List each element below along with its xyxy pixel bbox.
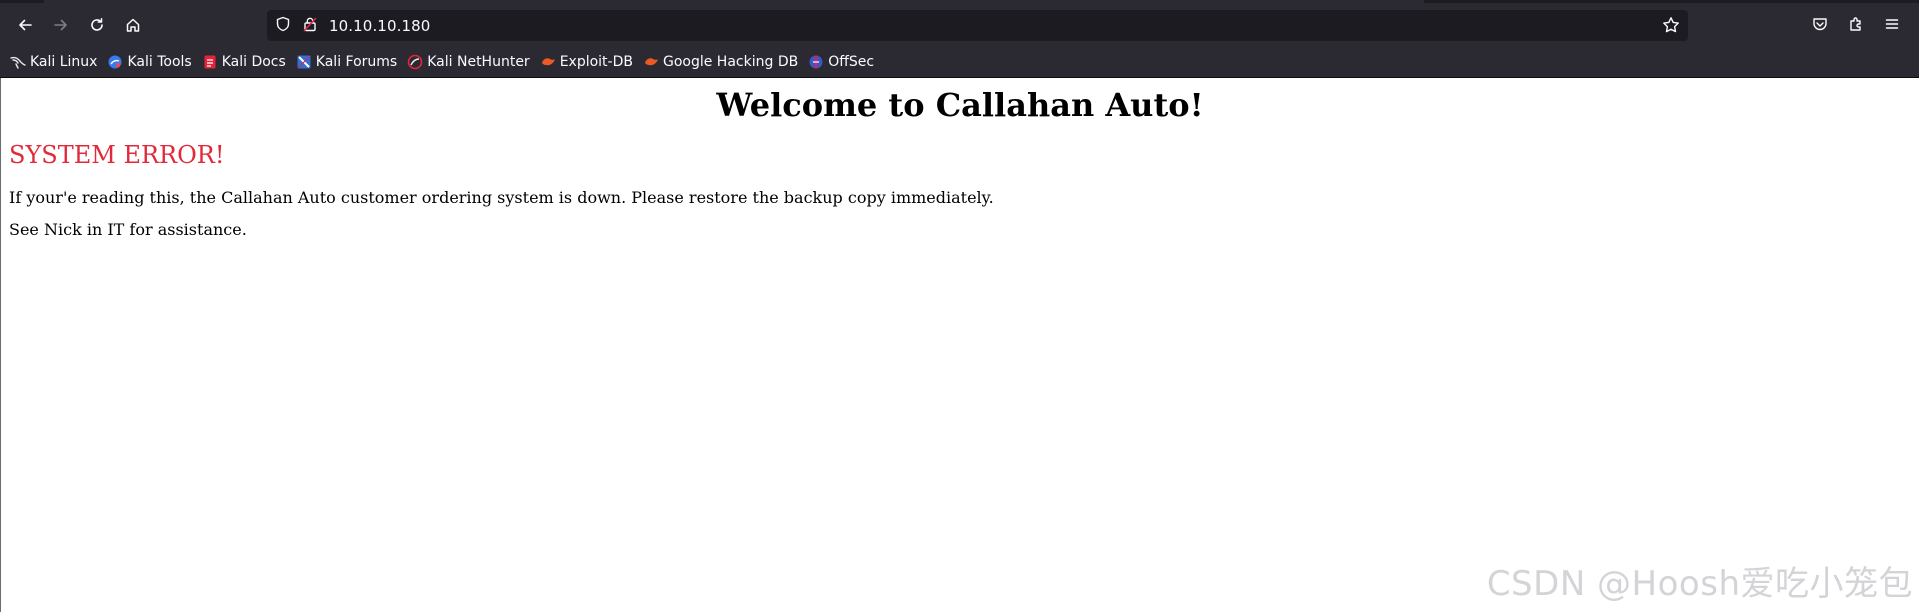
pocket-button[interactable] bbox=[1805, 11, 1835, 41]
system-error-heading: SYSTEM ERROR! bbox=[9, 141, 225, 169]
page-title: Welcome to Callahan Auto! bbox=[716, 86, 1204, 124]
menu-icon bbox=[1884, 16, 1900, 36]
arrow-left-icon bbox=[17, 17, 33, 33]
bookmark-label: Kali Tools bbox=[127, 54, 192, 70]
app-menu-button[interactable] bbox=[1877, 11, 1907, 41]
tracking-protection-shield-icon[interactable] bbox=[275, 16, 291, 36]
back-button[interactable] bbox=[10, 10, 40, 40]
pocket-icon bbox=[1812, 16, 1828, 36]
ghdb-icon bbox=[643, 54, 659, 70]
bookmark-label: Exploit-DB bbox=[559, 54, 633, 70]
bookmarks-toolbar: Kali Linux Kali Tools Kali Docs Kali For… bbox=[0, 47, 1919, 78]
reload-icon bbox=[89, 17, 105, 33]
bookmark-label: Google Hacking DB bbox=[662, 54, 799, 70]
bookmark-label: Kali Forums bbox=[315, 54, 398, 70]
forward-button[interactable] bbox=[46, 10, 76, 40]
bookmark-label: Kali Docs bbox=[221, 54, 286, 70]
bookmark-star-icon[interactable] bbox=[1662, 16, 1680, 38]
bookmark-kali-nethunter[interactable]: Kali NetHunter bbox=[407, 54, 530, 70]
bookmark-kali-docs[interactable]: Kali Docs bbox=[202, 54, 286, 70]
bookmark-offsec[interactable]: OffSec bbox=[808, 54, 874, 70]
bookmark-kali-tools[interactable]: Kali Tools bbox=[107, 54, 192, 70]
bookmark-kali-linux[interactable]: Kali Linux bbox=[10, 54, 97, 70]
toolbar-right-tools bbox=[1799, 11, 1907, 41]
insecure-lock-icon[interactable] bbox=[303, 16, 317, 36]
offsec-icon bbox=[808, 54, 824, 70]
nethunter-icon bbox=[407, 54, 423, 70]
kali-dragon-icon bbox=[10, 54, 26, 70]
home-button[interactable] bbox=[118, 10, 148, 40]
bookmark-google-hacking-db[interactable]: Google Hacking DB bbox=[643, 54, 798, 70]
bookmark-label: Kali NetHunter bbox=[427, 54, 530, 70]
kali-forums-icon bbox=[296, 54, 312, 70]
url-text[interactable]: 10.10.10.180 bbox=[329, 17, 430, 35]
bookmark-label: OffSec bbox=[828, 54, 875, 70]
bookmark-exploit-db[interactable]: Exploit-DB bbox=[540, 54, 633, 70]
bookmark-label: Kali Linux bbox=[30, 54, 98, 70]
url-bar[interactable]: 10.10.10.180 bbox=[267, 10, 1688, 41]
assistance-paragraph: See Nick in IT for assistance. bbox=[9, 220, 247, 239]
error-message-paragraph: If your'e reading this, the Callahan Aut… bbox=[9, 188, 994, 207]
navigation-toolbar: 10.10.10.180 bbox=[0, 3, 1919, 47]
home-icon bbox=[125, 17, 141, 33]
extensions-icon bbox=[1848, 16, 1864, 36]
watermark: CSDN @Hoosh爱吃小笼包 bbox=[1486, 564, 1913, 604]
bookmark-kali-forums[interactable]: Kali Forums bbox=[296, 54, 397, 70]
arrow-right-icon bbox=[53, 17, 69, 33]
extensions-button[interactable] bbox=[1841, 11, 1871, 41]
kali-docs-icon bbox=[202, 54, 218, 70]
exploit-db-icon bbox=[540, 54, 556, 70]
reload-button[interactable] bbox=[82, 10, 112, 40]
kali-tools-icon bbox=[107, 54, 123, 70]
browser-window: 10.10.10.180 Kali Linux Kali Tools Kali … bbox=[0, 0, 1919, 612]
page-content: Welcome to Callahan Auto! SYSTEM ERROR! … bbox=[0, 78, 1919, 612]
